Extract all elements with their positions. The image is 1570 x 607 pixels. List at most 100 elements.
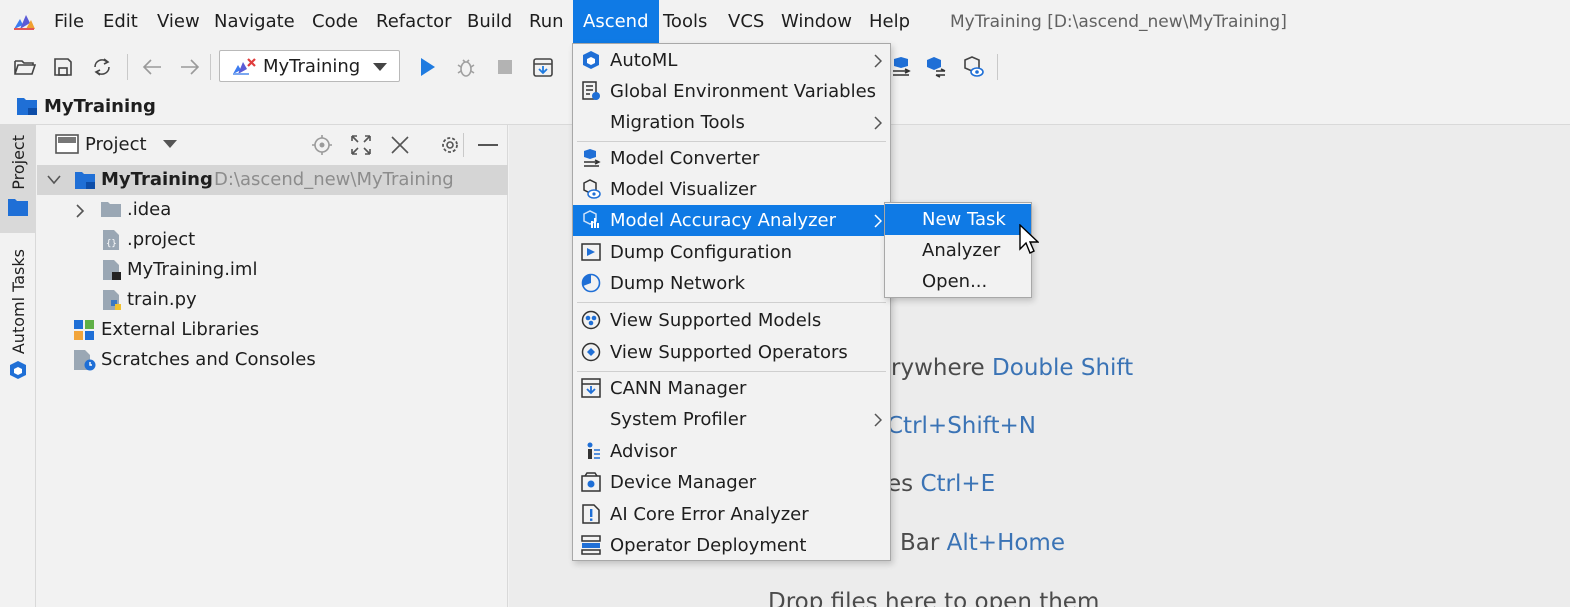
- folder-icon: [100, 199, 122, 219]
- menu-item-system-profiler[interactable]: System Profiler: [573, 404, 890, 435]
- gear-icon[interactable]: [438, 133, 462, 157]
- menu-item-label: View Supported Models: [610, 310, 822, 331]
- minimize-icon[interactable]: [476, 133, 500, 157]
- save-icon[interactable]: [50, 54, 76, 80]
- menu-item-view-supported-operators[interactable]: View Supported Operators: [573, 337, 890, 368]
- menu-item-model-visualizer[interactable]: Model Visualizer: [573, 174, 890, 205]
- run-icon[interactable]: [414, 54, 440, 80]
- menu-code[interactable]: Code: [304, 0, 366, 44]
- hint-search-everywhere: rywhere Double Shift: [891, 355, 1133, 381]
- tree-item-train-py[interactable]: train.py: [37, 285, 508, 315]
- chevron-right-icon: [874, 54, 882, 68]
- hint-navigation-bar: Bar Alt+Home: [900, 530, 1065, 556]
- chevron-right-icon: [874, 116, 882, 130]
- back-arrow-icon[interactable]: [139, 54, 165, 80]
- menu-item-model-accuracy-analyzer[interactable]: Model Accuracy Analyzer: [573, 205, 890, 236]
- locate-icon[interactable]: [310, 133, 334, 157]
- menu-item-device-manager[interactable]: Device Manager: [573, 467, 890, 498]
- submenu-item-open[interactable]: Open...: [885, 266, 1031, 297]
- debug-icon[interactable]: [453, 54, 479, 80]
- menu-tools[interactable]: Tools: [655, 0, 715, 44]
- hint-text: Bar: [900, 530, 940, 556]
- menu-refactor[interactable]: Refactor: [368, 0, 460, 44]
- menu-file[interactable]: File: [46, 0, 92, 44]
- menu-navigate[interactable]: Navigate: [206, 0, 303, 44]
- tree-label: train.py: [127, 289, 197, 310]
- stop-icon[interactable]: [492, 54, 518, 80]
- error-analyzer-icon: [581, 504, 601, 524]
- accuracy-analyzer-submenu: New Task Analyzer Open...: [884, 202, 1032, 298]
- expand-all-icon[interactable]: [349, 133, 373, 157]
- menu-item-global-environment-variables[interactable]: Global Environment Variables: [573, 76, 890, 107]
- collapse-all-icon[interactable]: [388, 133, 412, 157]
- menu-vcs[interactable]: VCS: [720, 0, 772, 44]
- open-folder-icon[interactable]: [12, 54, 38, 80]
- menu-item-view-supported-models[interactable]: View Supported Models: [573, 305, 890, 336]
- submenu-item-analyzer[interactable]: Analyzer: [885, 235, 1031, 266]
- module-folder-icon: [16, 95, 38, 117]
- menu-item-advisor[interactable]: Advisor: [573, 436, 890, 467]
- menu-item-dump-network[interactable]: Dump Network: [573, 268, 890, 299]
- svg-text:{}: {}: [106, 239, 117, 249]
- run-configuration-selector[interactable]: MyTraining: [219, 50, 400, 82]
- tree-item-iml[interactable]: MyTraining.iml: [37, 255, 508, 285]
- menu-item-model-converter[interactable]: Model Converter: [573, 143, 890, 174]
- mouse-pointer-icon: [1019, 224, 1039, 256]
- hint-recent-files: es Ctrl+E: [887, 471, 995, 497]
- model-converter-icon: [581, 148, 601, 168]
- tree-item-idea[interactable]: .idea: [37, 195, 508, 225]
- breadcrumb-project[interactable]: MyTraining: [44, 90, 156, 124]
- forward-arrow-icon[interactable]: [177, 54, 203, 80]
- menu-item-ai-core-error-analyzer[interactable]: AI Core Error Analyzer: [573, 499, 890, 530]
- menu-item-label: CANN Manager: [610, 378, 747, 399]
- window-title: MyTraining [D:\ascend_new\MyTraining]: [950, 12, 1287, 32]
- tree-item-project-file[interactable]: {} .project: [37, 225, 508, 255]
- model-visualizer-toolbar-icon[interactable]: [960, 54, 986, 80]
- dump-network-icon: [581, 273, 601, 293]
- menu-view[interactable]: View: [149, 0, 208, 44]
- hint-text: Drop files here to open them: [768, 589, 1100, 607]
- accuracy-analyzer-icon: [581, 210, 601, 230]
- project-tool-window: Project MyTraining D:\ascend_new\MyTrain…: [37, 125, 508, 607]
- file-icon: {}: [102, 229, 120, 251]
- model-sync-toolbar-icon[interactable]: [922, 54, 948, 80]
- tree-item-external-libraries[interactable]: External Libraries: [37, 315, 508, 345]
- sync-icon[interactable]: [89, 54, 115, 80]
- model-converter-toolbar-icon[interactable]: [888, 54, 914, 80]
- submenu-item-new-task[interactable]: New Task: [885, 204, 1031, 235]
- tree-label: .idea: [127, 199, 172, 220]
- chevron-right-icon[interactable]: [75, 204, 85, 218]
- automl-icon: [581, 50, 601, 70]
- menu-item-label: AutoML: [610, 50, 678, 71]
- menu-item-cann-manager[interactable]: CANN Manager: [573, 373, 890, 404]
- chevron-down-icon[interactable]: [47, 174, 61, 186]
- menu-build[interactable]: Build: [459, 0, 520, 44]
- module-folder-icon: [74, 169, 96, 191]
- menu-window[interactable]: Window: [773, 0, 860, 44]
- menu-help[interactable]: Help: [861, 0, 918, 44]
- supported-operators-icon: [581, 342, 601, 362]
- hint-shortcut: Double Shift: [992, 355, 1134, 381]
- chevron-down-icon[interactable]: [163, 140, 177, 148]
- tree-item-scratches[interactable]: Scratches and Consoles: [37, 345, 508, 375]
- tool-tab-automl-tasks[interactable]: Automl Tasks: [0, 237, 36, 387]
- menu-item-label: Advisor: [610, 441, 677, 462]
- ascend-dropdown-menu: AutoML Global Environment Variables Migr…: [572, 43, 891, 561]
- menu-ascend[interactable]: Ascend: [573, 0, 659, 44]
- menu-edit[interactable]: Edit: [95, 0, 146, 44]
- menu-run[interactable]: Run: [521, 0, 572, 44]
- deploy-icon[interactable]: [530, 54, 556, 80]
- libraries-icon: [73, 319, 95, 341]
- tool-tab-project[interactable]: Project: [0, 125, 36, 233]
- menu-item-automl[interactable]: AutoML: [573, 45, 890, 76]
- operator-deployment-icon: [581, 535, 601, 555]
- menu-item-label: Model Accuracy Analyzer: [610, 210, 836, 231]
- menu-item-migration-tools[interactable]: Migration Tools: [573, 107, 890, 138]
- project-view-selector[interactable]: Project: [85, 125, 147, 165]
- tree-item-mytraining[interactable]: MyTraining D:\ascend_new\MyTraining: [37, 165, 508, 195]
- menu-item-label: Operator Deployment: [610, 535, 807, 556]
- menu-item-operator-deployment[interactable]: Operator Deployment: [573, 530, 890, 561]
- hint-shortcut: Alt+Home: [946, 530, 1065, 556]
- menu-item-dump-configuration[interactable]: Dump Configuration: [573, 237, 890, 268]
- cann-manager-icon: [581, 378, 601, 398]
